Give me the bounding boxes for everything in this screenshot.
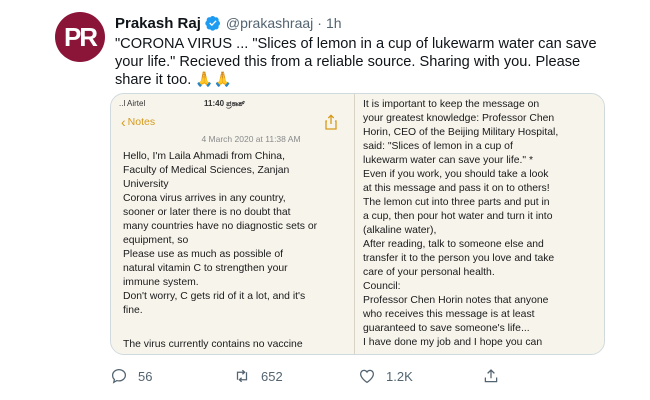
upload-icon [484,369,498,383]
note-line: guaranteed to save someone's life... [363,323,530,334]
author-name[interactable]: Prakash Raj [115,15,201,32]
note-line: your greatest knowledge: Professor Chen [363,113,555,124]
note-line: Even if you work, you should take a look [363,169,549,180]
share-button[interactable] [482,366,510,386]
note-line: immune system. [123,277,199,288]
tweet-text-line: "CORONA VIRUS ... "Slices of lemon in a … [115,36,597,52]
note-line: After reading, talk to someone else and [363,239,544,250]
like-button[interactable]: 1.2K [358,366,413,386]
verified-badge-icon [205,16,220,31]
note-date: 4 March 2020 at 11:38 AM [201,134,301,144]
tweet-actions: 56 652 1.2K [110,366,510,386]
phone-statusbar: ..l Airtel 11:40 ಪ್ರಕಾಶ್ [119,99,349,111]
note-body-right: It is important to keep the message on y… [363,98,601,350]
note-line: University [123,179,169,190]
retweet-icon [236,369,248,383]
reply-count: 56 [138,368,153,384]
note-line: (alkaline water), [363,225,437,236]
share-icon [325,114,337,130]
note-line: Horin, CEO of the Beijing Military Hospi… [363,127,559,138]
note-line: Please use as much as possible of [123,249,283,260]
notes-back-button: ‹ Notes [121,114,156,130]
note-line: The lemon cut into three parts and put i… [363,197,550,208]
reply-button[interactable]: 56 [110,366,152,386]
tweet-time[interactable]: 1h [326,15,342,31]
note-line: I have done my job and I hope you can [363,337,543,348]
statusbar-time: 11:40 ಪ್ರಕಾಶ್ [204,99,246,108]
tweet-text: "CORONA VIRUS ... "Slices of lemon in a … [115,35,597,89]
avatar-logo: PR [63,22,98,52]
note-line: Council: [363,281,401,292]
retweet-count: 652 [261,368,283,384]
chevron-left-icon: ‹ [121,114,126,130]
tweet-header: Prakash Raj @prakashraaj · 1h [115,14,342,32]
tweet-text-line: share it too. 🙏🙏 [115,72,232,88]
notes-back-label: Notes [127,116,156,128]
note-line: many countries have no diagnostic sets o… [123,221,318,232]
media-left-panel: ..l Airtel 11:40 ಪ್ರಕಾಶ್ ‹ Notes 4 March… [111,94,356,354]
note-line: Hello, I'm Laila Ahmadi from China, [123,151,285,162]
media-right-panel: It is important to keep the message on y… [355,94,604,354]
note-line: transfer it to the person you love and t… [363,253,555,264]
like-icon [359,369,375,384]
note-line: natural vitamin C to strengthen your [123,263,288,274]
statusbar-carrier: ..l Airtel [119,99,146,108]
tweet-media-image[interactable]: ..l Airtel 11:40 ಪ್ರಕಾಶ್ ‹ Notes 4 March… [110,93,605,355]
separator-dot: · [317,15,322,31]
note-line: Don't worry, C gets rid of it a lot, and… [123,291,306,302]
avatar[interactable]: PR [55,12,105,62]
note-line: equipment, so [123,235,189,246]
note-line: Faculty of Medical Sciences, Zanjan [123,165,290,176]
note-line: It is important to keep the message on [363,99,540,110]
note-line: a cup, then pour hot water and turn it i… [363,211,553,222]
note-line: at this message and pass it on to others… [363,183,550,194]
note-line: care of your personal health. [363,267,495,278]
tweet-text-line: your life." Recieved this from a reliabl… [115,54,581,70]
retweet-button[interactable]: 652 [233,366,283,386]
note-line: who receives this message is at least [363,309,535,320]
reply-icon [111,368,127,384]
note-line: The virus currently contains no vaccine [123,339,303,350]
note-line: fine. [123,305,143,316]
note-line: sooner or later there is no doubt that [123,207,291,218]
note-body-left: Hello, I'm Laila Ahmadi from China, Facu… [123,150,353,352]
note-line: Professor Chen Horin notes that anyone [363,295,549,306]
note-line: Corona virus arrives in any country, [123,193,286,204]
like-count: 1.2K [386,368,413,384]
author-handle[interactable]: @prakashraaj [226,15,313,31]
note-line: lukewarm water can save your life." * [363,155,534,166]
note-line: said: "Slices of lemon in a cup of [363,141,513,152]
